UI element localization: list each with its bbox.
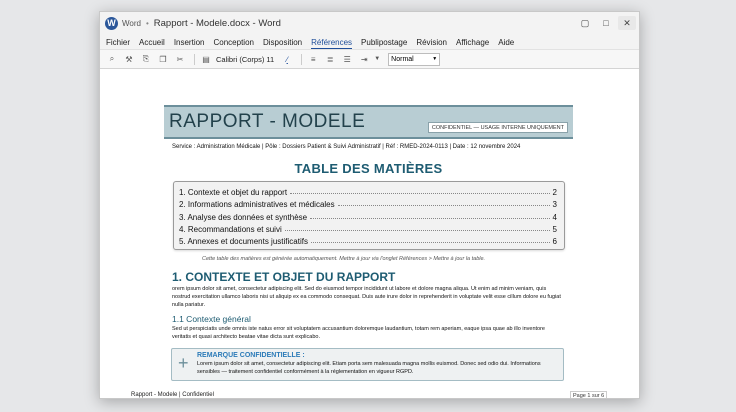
confidential-note: + REMARQUE CONFIDENTIELLE : Lorem ipsum …: [171, 347, 564, 381]
window-controls: ▢ □ ✕: [576, 16, 639, 30]
toc-entry[interactable]: 5. Annexes et documents justificatifs 6: [174, 234, 564, 246]
toc-entry-label: 2. Informations administratives et médic…: [179, 200, 335, 210]
text-color-icon[interactable]: ∕: [280, 55, 294, 64]
toc-entry-page: 2: [552, 188, 557, 198]
menu-references[interactable]: Références: [311, 38, 353, 49]
report-meta: Service : Administration Médicale | Pôle…: [172, 144, 521, 150]
toc-entry[interactable]: 3. Analyse des données et synthèse 4: [174, 209, 564, 222]
align-icon[interactable]: ≡: [306, 55, 320, 64]
menu-bar: Fichier Accueil Insertion Conception Dis…: [100, 34, 639, 49]
menu-publipostage[interactable]: Publipostage: [361, 38, 407, 49]
toc-entry[interactable]: 4. Recommandations et suivi 5: [174, 222, 564, 234]
toc-entry-page: 5: [552, 224, 557, 234]
note-body: Lorem ipsum dolor sit amet, consectetur …: [197, 360, 541, 375]
paste-icon[interactable]: ⎘: [139, 54, 153, 64]
body-paragraph: Sed ut perspiciatis unde omnis iste natu…: [172, 325, 545, 340]
document-canvas[interactable]: RAPPORT - MODELE CONFIDENTIEL — USAGE IN…: [100, 69, 639, 398]
toc-entry[interactable]: 2. Informations administratives et médic…: [174, 197, 564, 209]
window-title: Rapport - Modele.docx - Word: [153, 17, 281, 29]
menu-conception[interactable]: Conception: [214, 38, 254, 49]
toc-leader: [284, 229, 550, 231]
toc-entry-page: 3: [552, 200, 557, 210]
toc-leader: [290, 193, 550, 195]
toc-note: Cette table des matières est générée aut…: [202, 256, 486, 262]
restore-button[interactable]: □: [597, 16, 615, 30]
table-of-contents[interactable]: 1. Contexte et objet du rapport 2 2. Info…: [173, 181, 565, 250]
save-icon[interactable]: ▤: [199, 55, 213, 64]
menu-accueil[interactable]: Accueil: [139, 38, 165, 49]
menu-aide[interactable]: Aide: [498, 38, 514, 49]
menu-fichier[interactable]: Fichier: [106, 38, 130, 49]
cut-icon[interactable]: ✂: [173, 55, 187, 64]
align-icon[interactable]: ≣: [323, 55, 337, 64]
toc-entry-label: 4. Recommandations et suivi: [179, 224, 282, 234]
style-value: Normal: [391, 55, 414, 63]
report-banner: RAPPORT - MODELE CONFIDENTIEL — USAGE IN…: [164, 105, 573, 139]
close-button[interactable]: ✕: [618, 16, 636, 30]
toolbar-divider: [194, 53, 195, 65]
toc-entry-page: 4: [552, 212, 557, 222]
page-number: Page 1 sur 6: [570, 391, 608, 398]
toc-leader: [310, 217, 550, 219]
report-title: RAPPORT - MODELE: [169, 111, 366, 132]
toc-entry[interactable]: 1. Contexte et objet du rapport 2: [174, 185, 564, 197]
paint-icon[interactable]: ⌕: [105, 54, 119, 64]
brush-icon[interactable]: ⚒: [122, 55, 136, 64]
footer-left: Rapport - Modele | Confidentiel: [131, 392, 214, 398]
chevron-down-icon: ▼: [432, 56, 438, 62]
style-dropdown[interactable]: Normal ▼: [388, 52, 441, 66]
confidential-tag: CONFIDENTIEL — USAGE INTERNE UNIQUEMENT: [427, 122, 568, 133]
toc-entry-label: 5. Annexes et documents justificatifs: [179, 236, 308, 246]
word-logo-icon: W: [105, 16, 118, 30]
toc-entry-label: 3. Analyse des données et synthèse: [179, 212, 308, 222]
toolbar: ⌕ ⚒ ⎘ ❐ ✂ ▤ Calibri (Corps) 11 ∕ ≡ ≣ ☰ ⇥…: [100, 49, 639, 69]
document-page[interactable]: RAPPORT - MODELE CONFIDENTIEL — USAGE IN…: [164, 105, 573, 381]
body-paragraph: orem ipsum dolor sit amet, consectetur a…: [172, 286, 561, 308]
menu-disposition[interactable]: Disposition: [263, 38, 302, 49]
indent-icon[interactable]: ⇥: [357, 55, 371, 64]
app-name: Word: [122, 18, 141, 28]
note-title: REMARQUE CONFIDENTIELLE :: [197, 351, 305, 359]
title-bar: W Word • Rapport - Modele.docx - Word ▢ …: [100, 12, 639, 34]
menu-insertion[interactable]: Insertion: [174, 38, 205, 49]
toc-title: TABLE DES MATIÈRES: [294, 161, 443, 176]
word-window: W Word • Rapport - Modele.docx - Word ▢ …: [99, 11, 640, 399]
minimize-button[interactable]: ▢: [576, 16, 594, 30]
section-heading: 1. CONTEXTE ET OBJET DU RAPPORT: [172, 270, 396, 284]
toc-entry-page: 6: [552, 236, 557, 246]
menu-affichage[interactable]: Affichage: [456, 38, 489, 49]
menu-revision[interactable]: Révision: [416, 38, 447, 49]
toc-entry-label: 1. Contexte et objet du rapport: [179, 188, 288, 198]
toolbar-divider: [301, 53, 303, 65]
list-icon[interactable]: ☰: [340, 55, 354, 64]
plus-icon: +: [178, 352, 189, 373]
font-selector[interactable]: Calibri (Corps) 11: [216, 55, 274, 64]
subsection-heading: 1.1 Contexte général: [172, 313, 251, 324]
toc-leader: [337, 205, 550, 207]
toc-leader: [310, 241, 550, 243]
title-separator: •: [145, 18, 149, 28]
chevron-down-icon[interactable]: ▼: [374, 56, 380, 62]
copy-icon[interactable]: ❐: [156, 55, 170, 64]
